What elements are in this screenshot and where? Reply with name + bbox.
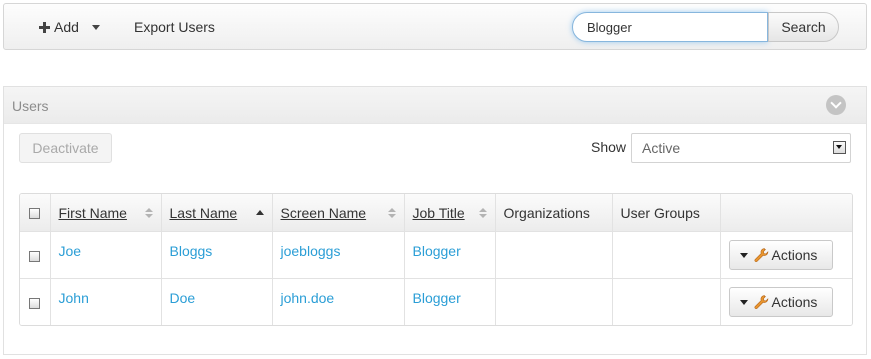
sort-icon <box>144 207 153 218</box>
search-input[interactable] <box>572 12 768 42</box>
wrench-icon <box>754 295 768 309</box>
caret-down-icon <box>91 24 100 30</box>
chevron-down-circle-icon[interactable] <box>826 95 846 115</box>
users-panel-header[interactable]: Users <box>4 87 866 124</box>
first-name-cell: Joe <box>50 231 162 279</box>
panel-title: Users <box>12 98 49 114</box>
screen-name-cell: john.doe <box>272 278 405 325</box>
job-title-cell: Blogger <box>404 278 496 325</box>
first-name-cell: John <box>50 278 162 325</box>
actions-cell: Actions <box>720 278 852 325</box>
users-table: First Name Last Name Screen Name Job Tit… <box>19 193 853 326</box>
deactivate-button[interactable]: Deactivate <box>19 133 112 163</box>
actions-button[interactable]: Actions <box>728 240 833 270</box>
show-label: Show <box>591 139 627 155</box>
row-select-cell <box>20 231 51 279</box>
table-header-row: First Name Last Name Screen Name Job Tit… <box>20 194 852 232</box>
caret-down-icon <box>739 299 748 305</box>
column-header-user-groups: User Groups <box>612 194 721 232</box>
top-toolbar: Add Export Users Search <box>3 3 867 50</box>
column-header-job-title[interactable]: Job Title <box>404 194 496 232</box>
column-header-organizations: Organizations <box>495 194 613 232</box>
row-checkbox[interactable] <box>29 297 41 309</box>
user-groups-header-label: User Groups <box>620 204 700 221</box>
show-status-select[interactable]: Active <box>631 133 851 163</box>
select-all-checkbox[interactable] <box>29 208 41 220</box>
screen-name-cell: joebloggs <box>272 231 405 279</box>
last-name-header-label[interactable]: Last Name <box>170 205 238 221</box>
select-all-cell <box>20 194 51 232</box>
table-row: John Doe john.doe Blogger Actions <box>20 278 852 325</box>
caret-down-icon <box>739 252 748 258</box>
screen-name-header-label[interactable]: Screen Name <box>281 205 367 221</box>
screen-name-link[interactable]: john.doe <box>281 290 335 306</box>
first-name-link[interactable]: Joe <box>59 243 82 259</box>
dropdown-arrow-icon[interactable] <box>833 141 846 154</box>
organizations-cell <box>495 231 613 279</box>
organizations-header-label: Organizations <box>503 204 590 221</box>
first-name-header-label[interactable]: First Name <box>59 205 127 221</box>
show-select-value: Active <box>642 140 681 156</box>
last-name-cell: Bloggs <box>161 231 273 279</box>
first-name-link[interactable]: John <box>59 290 89 306</box>
table-row: Joe Bloggs joebloggs Blogger Actions <box>20 231 852 279</box>
sort-icon <box>387 207 396 218</box>
column-header-last-name[interactable]: Last Name <box>161 194 273 232</box>
actions-button[interactable]: Actions <box>728 287 833 317</box>
wrench-icon <box>754 248 768 262</box>
users-panel: Users Deactivate Show Active First Name <box>3 86 867 355</box>
row-checkbox[interactable] <box>29 250 41 262</box>
column-header-screen-name[interactable]: Screen Name <box>272 194 405 232</box>
add-dropdown-button[interactable]: Add <box>39 18 100 36</box>
job-title-link[interactable]: Blogger <box>413 290 461 306</box>
user-groups-cell <box>612 278 721 325</box>
actions-button-label: Actions <box>771 294 818 310</box>
sort-ascending-icon <box>255 210 264 215</box>
actions-button-label: Actions <box>771 247 818 263</box>
job-title-cell: Blogger <box>404 231 496 279</box>
row-select-cell <box>20 278 51 325</box>
export-users-link[interactable]: Export Users <box>134 19 215 35</box>
sort-icon <box>478 207 487 218</box>
column-header-actions <box>720 194 852 232</box>
plus-icon <box>39 21 50 33</box>
last-name-cell: Doe <box>161 278 273 325</box>
organizations-cell <box>495 278 613 325</box>
actions-cell: Actions <box>720 231 852 279</box>
user-groups-cell <box>612 231 721 279</box>
job-title-link[interactable]: Blogger <box>413 243 461 259</box>
add-button-label: Add <box>54 19 79 35</box>
last-name-link[interactable]: Bloggs <box>170 243 213 259</box>
column-header-first-name[interactable]: First Name <box>50 194 162 232</box>
last-name-link[interactable]: Doe <box>170 290 196 306</box>
job-title-header-label[interactable]: Job Title <box>413 205 465 221</box>
search-button[interactable]: Search <box>768 12 839 42</box>
screen-name-link[interactable]: joebloggs <box>281 243 341 259</box>
